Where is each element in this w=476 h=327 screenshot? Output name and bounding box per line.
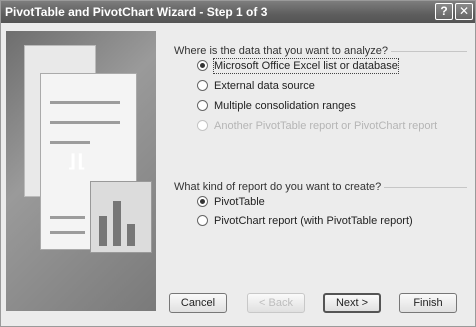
illustration-row <box>50 231 85 234</box>
finish-button[interactable]: Finish <box>399 293 457 313</box>
back-button: < Back <box>247 293 305 313</box>
option-excel-list[interactable]: Microsoft Office Excel list or database <box>197 58 467 74</box>
option-pivotchart[interactable]: PivotChart report (with PivotTable repor… <box>197 214 467 228</box>
option-multiple-ranges-label: Multiple consolidation ranges <box>214 100 356 112</box>
illustration-row <box>50 101 120 104</box>
option-pivottable-label: PivotTable <box>214 196 265 208</box>
option-external-data[interactable]: External data source <box>197 79 467 93</box>
radio-pivotchart[interactable] <box>197 215 208 226</box>
illustration-row <box>50 121 120 124</box>
illustration-bar <box>127 224 135 246</box>
wizard-illustration: ⌋⌊ <box>6 31 156 311</box>
title-bar[interactable]: PivotTable and PivotChart Wizard - Step … <box>1 1 475 23</box>
illustration-row <box>50 216 85 219</box>
report-type-prompt: What kind of report do you want to creat… <box>174 181 382 193</box>
window-title: PivotTable and PivotChart Wizard - Step … <box>5 5 268 19</box>
illustration-chart <box>90 181 152 253</box>
radio-another-report <box>197 120 208 131</box>
illustration-brackets: ⌋⌊ <box>68 151 87 171</box>
close-icon[interactable]: ✕ <box>455 3 473 20</box>
wizard-dialog: PivotTable and PivotChart Wizard - Step … <box>0 0 476 327</box>
radio-excel-list[interactable] <box>197 60 208 71</box>
radio-pivottable[interactable] <box>197 196 208 207</box>
help-icon[interactable]: ? <box>435 3 453 20</box>
radio-external-data[interactable] <box>197 80 208 91</box>
cancel-button[interactable]: Cancel <box>169 293 227 313</box>
illustration-row <box>50 141 90 144</box>
option-pivottable[interactable]: PivotTable <box>197 195 467 209</box>
radio-multiple-ranges[interactable] <box>197 100 208 111</box>
next-button[interactable]: Next > <box>323 293 381 313</box>
option-another-report: Another PivotTable report or PivotChart … <box>197 119 472 133</box>
illustration-bar <box>113 201 121 246</box>
illustration-bar <box>99 216 107 246</box>
option-pivotchart-label: PivotChart report (with PivotTable repor… <box>214 215 413 227</box>
option-multiple-ranges[interactable]: Multiple consolidation ranges <box>197 99 467 113</box>
option-external-data-label: External data source <box>214 80 315 92</box>
option-another-report-label: Another PivotTable report or PivotChart … <box>214 120 438 132</box>
report-type-group: What kind of report do you want to creat… <box>171 181 467 242</box>
option-excel-list-label: Microsoft Office Excel list or database <box>213 58 399 74</box>
data-source-prompt: Where is the data that you want to analy… <box>174 45 389 57</box>
